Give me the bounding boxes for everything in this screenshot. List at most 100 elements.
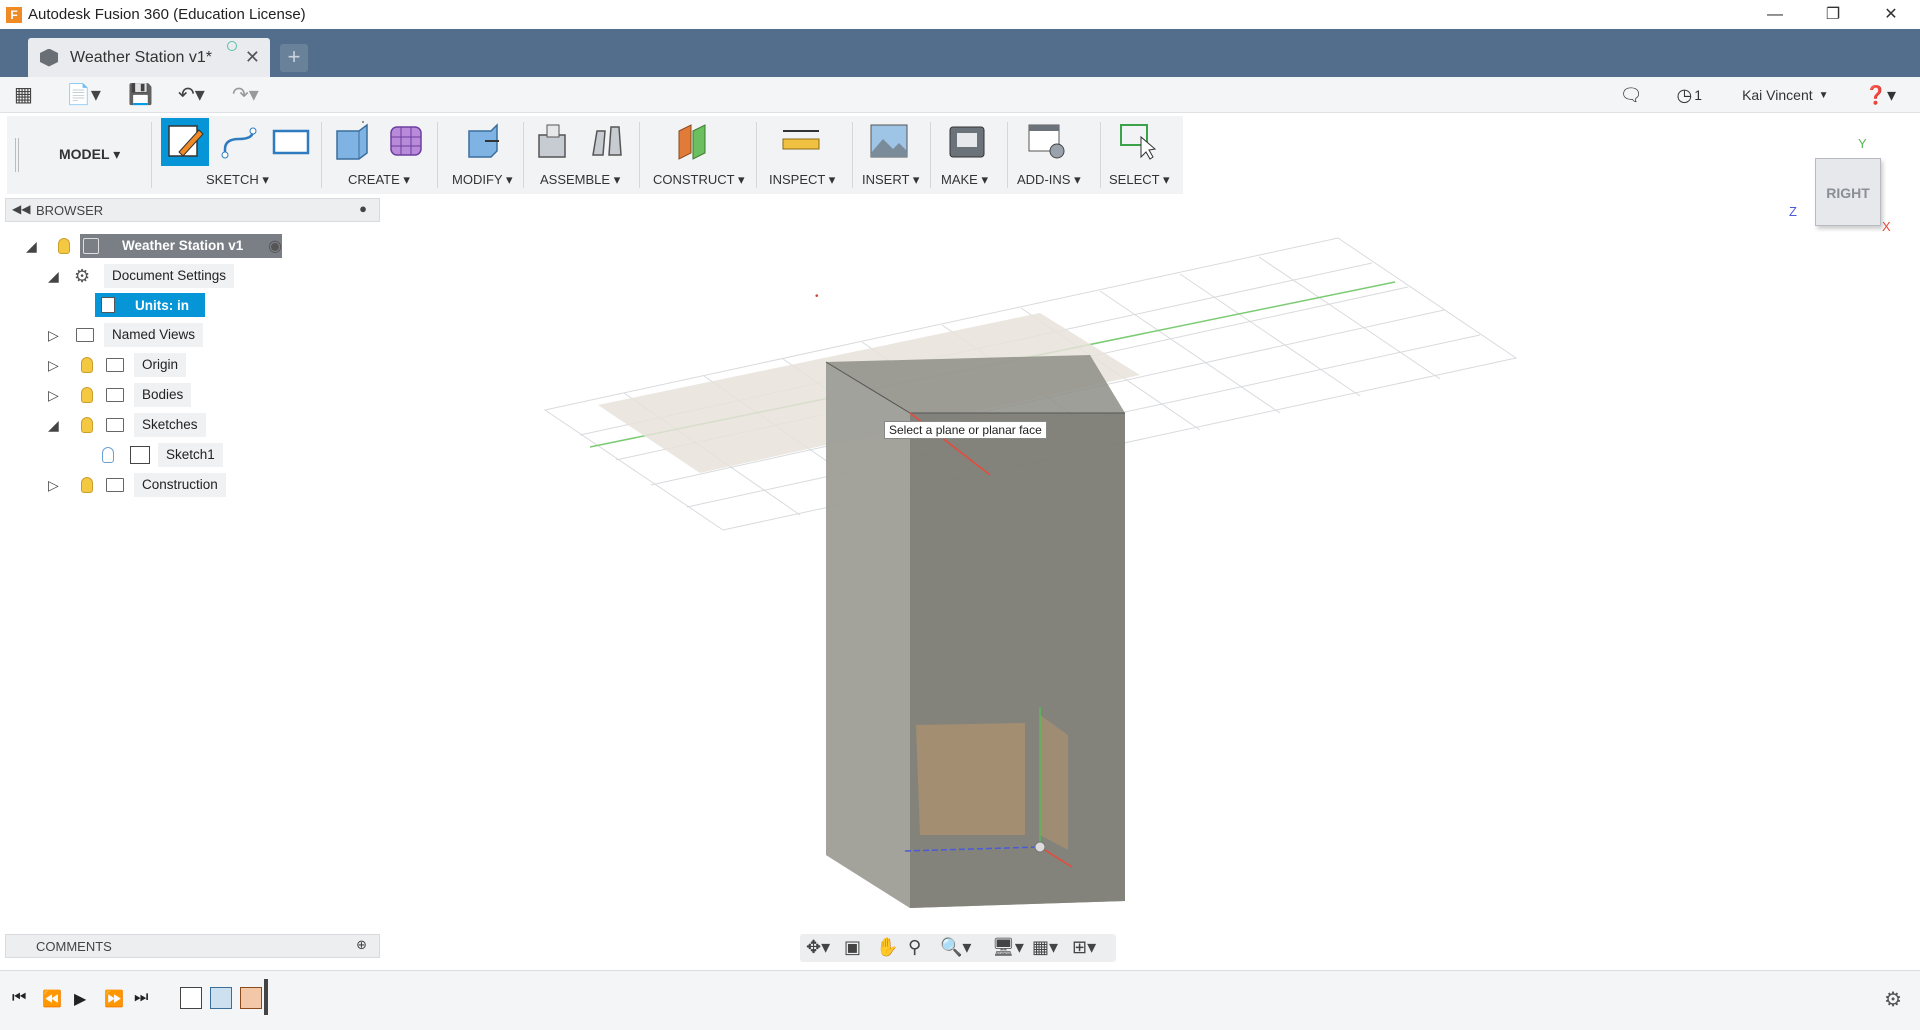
rectangle-tool-icon[interactable] <box>271 121 311 161</box>
browser-minimize-icon[interactable]: ● <box>359 201 367 216</box>
comments-panel[interactable]: COMMENTS ⊕ <box>5 934 380 958</box>
play-icon[interactable]: ▶ <box>74 989 86 1009</box>
zoom-icon[interactable]: ⚲ <box>908 937 921 958</box>
viewports-icon[interactable]: ⊞▾ <box>1072 937 1096 958</box>
help-icon[interactable]: ❓▾ <box>1865 85 1896 106</box>
user-menu[interactable]: Kai Vincent <box>1742 87 1813 103</box>
collapse-triangle-icon[interactable]: ◢ <box>48 268 59 285</box>
toolbar-grip[interactable] <box>15 138 19 172</box>
scripts-addins-icon[interactable] <box>1027 121 1067 161</box>
visibility-bulb-icon[interactable] <box>81 357 93 373</box>
document-tab-label: Weather Station v1* <box>70 48 213 66</box>
job-status-icon[interactable]: ◷ <box>1677 85 1693 106</box>
new-tab-button[interactable]: + <box>280 44 308 72</box>
tree-item-units[interactable]: Units: in <box>95 293 205 317</box>
assemble-menu-label: ASSEMBLE <box>540 172 611 187</box>
construct-menu[interactable]: CONSTRUCT ▾ <box>653 172 745 188</box>
tree-item-origin[interactable]: ▷ Origin <box>44 353 244 377</box>
collapse-triangle-icon[interactable]: ◢ <box>48 417 59 434</box>
insert-menu[interactable]: INSERT ▾ <box>862 172 919 188</box>
assemble-menu[interactable]: ASSEMBLE ▾ <box>540 172 620 188</box>
go-to-start-icon[interactable]: ⏮ <box>12 989 26 1007</box>
browser-header[interactable]: ◀◀ BROWSER ● <box>5 198 380 222</box>
restore-icon[interactable]: ❐ <box>1804 0 1862 29</box>
close-window-icon[interactable]: ✕ <box>1862 0 1920 29</box>
navigation-bar: ✥▾ ▣ ✋ ⚲ 🔍▾ 🖥▾ ▦▾ ⊞▾ <box>800 934 1116 962</box>
collapse-triangle-icon[interactable]: ◢ <box>26 238 37 255</box>
close-tab-icon[interactable]: ✕ <box>245 47 260 68</box>
timeline-marker[interactable] <box>264 979 268 1015</box>
expand-triangle-icon[interactable]: ▷ <box>48 387 59 404</box>
tree-item-sketch1[interactable]: Sketch1 <box>98 443 268 467</box>
folder-icon <box>76 328 94 342</box>
tree-item-label: Named Views <box>104 323 204 347</box>
make-menu[interactable]: MAKE ▾ <box>941 172 988 188</box>
tree-item-named-views[interactable]: ▷ Named Views <box>44 323 244 347</box>
folder-icon <box>106 418 124 432</box>
construct-menu-label: CONSTRUCT <box>653 172 735 187</box>
visibility-bulb-icon[interactable] <box>81 417 93 433</box>
pan-icon[interactable]: ✋ <box>876 937 898 958</box>
line-tool-icon[interactable] <box>219 121 259 161</box>
timeline-sketch-feature-icon[interactable] <box>180 987 202 1009</box>
collapse-browser-icon[interactable]: ◀◀ <box>12 202 30 216</box>
data-panel-grid-icon[interactable]: ▦ <box>14 83 33 107</box>
timeline-extrude-feature-icon[interactable] <box>210 987 232 1009</box>
visibility-bulb-icon[interactable] <box>58 238 70 254</box>
minimize-icon[interactable]: — <box>1746 0 1804 29</box>
activate-radio-icon[interactable]: ◉ <box>268 236 282 256</box>
new-component-icon[interactable] <box>533 121 573 161</box>
fit-icon[interactable]: 🔍▾ <box>940 937 971 958</box>
insert-image-icon[interactable] <box>869 121 909 161</box>
browser-root-item[interactable]: ◢ Weather Station v1 ◉ <box>20 234 300 258</box>
create-menu[interactable]: CREATE ▾ <box>348 172 410 188</box>
folder-icon <box>106 388 124 402</box>
select-menu[interactable]: SELECT ▾ <box>1109 172 1169 188</box>
select-icon[interactable] <box>1119 121 1159 161</box>
expand-triangle-icon[interactable]: ▷ <box>48 357 59 374</box>
save-icon[interactable]: 💾 <box>128 83 153 107</box>
insert-menu-label: INSERT <box>862 172 910 187</box>
joint-icon[interactable] <box>587 121 627 161</box>
sketch-menu[interactable]: SKETCH ▾ <box>206 172 269 188</box>
display-settings-icon[interactable]: 🖥▾ <box>992 937 1024 958</box>
create-sketch-icon[interactable] <box>161 118 209 166</box>
sketch-icon <box>130 446 150 464</box>
tree-item-sketches[interactable]: ◢ Sketches <box>44 413 244 437</box>
form-icon[interactable] <box>387 121 427 161</box>
document-tab[interactable]: Weather Station v1* ✕ <box>28 38 270 77</box>
look-at-icon[interactable]: ▣ <box>844 937 861 958</box>
visibility-bulb-off-icon[interactable] <box>102 447 114 463</box>
select-menu-label: SELECT <box>1109 172 1160 187</box>
visibility-bulb-icon[interactable] <box>81 387 93 403</box>
modify-menu[interactable]: MODIFY ▾ <box>452 172 512 188</box>
file-menu-icon[interactable]: 📄▾ <box>66 83 101 107</box>
workspace-switcher[interactable]: MODEL ▾ <box>59 146 120 163</box>
timeline-plane-feature-icon[interactable] <box>240 987 262 1009</box>
orbit-icon[interactable]: ✥▾ <box>806 937 830 958</box>
press-pull-icon[interactable] <box>463 121 503 161</box>
go-to-end-icon[interactable]: ⏭ <box>134 989 148 1007</box>
step-forward-icon[interactable]: ⏩ <box>104 989 124 1009</box>
tree-item-document-settings[interactable]: ◢ ⚙ Document Settings <box>44 264 244 288</box>
redo-icon[interactable]: ↷▾ <box>232 83 259 107</box>
notifications-icon[interactable]: 🗨 <box>1620 85 1643 106</box>
tree-item-construction[interactable]: ▷ Construction <box>44 473 254 497</box>
measure-icon[interactable] <box>781 121 821 161</box>
viewcube[interactable]: RIGHT <box>1815 158 1881 226</box>
timeline-settings-gear-icon[interactable]: ⚙ <box>1884 987 1902 1012</box>
addins-menu[interactable]: ADD-INS ▾ <box>1017 172 1081 188</box>
step-back-icon[interactable]: ⏪ <box>42 989 62 1009</box>
expand-triangle-icon[interactable]: ▷ <box>48 477 59 494</box>
expand-triangle-icon[interactable]: ▷ <box>48 327 59 344</box>
inspect-menu[interactable]: INSPECT ▾ <box>769 172 835 188</box>
3d-print-icon[interactable] <box>947 121 987 161</box>
visibility-bulb-icon[interactable] <box>81 477 93 493</box>
tree-item-bodies[interactable]: ▷ Bodies <box>44 383 244 407</box>
undo-icon[interactable]: ↶▾ <box>178 83 205 107</box>
extrude-icon[interactable] <box>333 121 373 161</box>
design-canvas[interactable]: • <box>0 195 1920 970</box>
offset-plane-icon[interactable] <box>673 121 713 161</box>
add-comment-icon[interactable]: ⊕ <box>356 937 367 953</box>
grid-settings-icon[interactable]: ▦▾ <box>1032 937 1058 958</box>
